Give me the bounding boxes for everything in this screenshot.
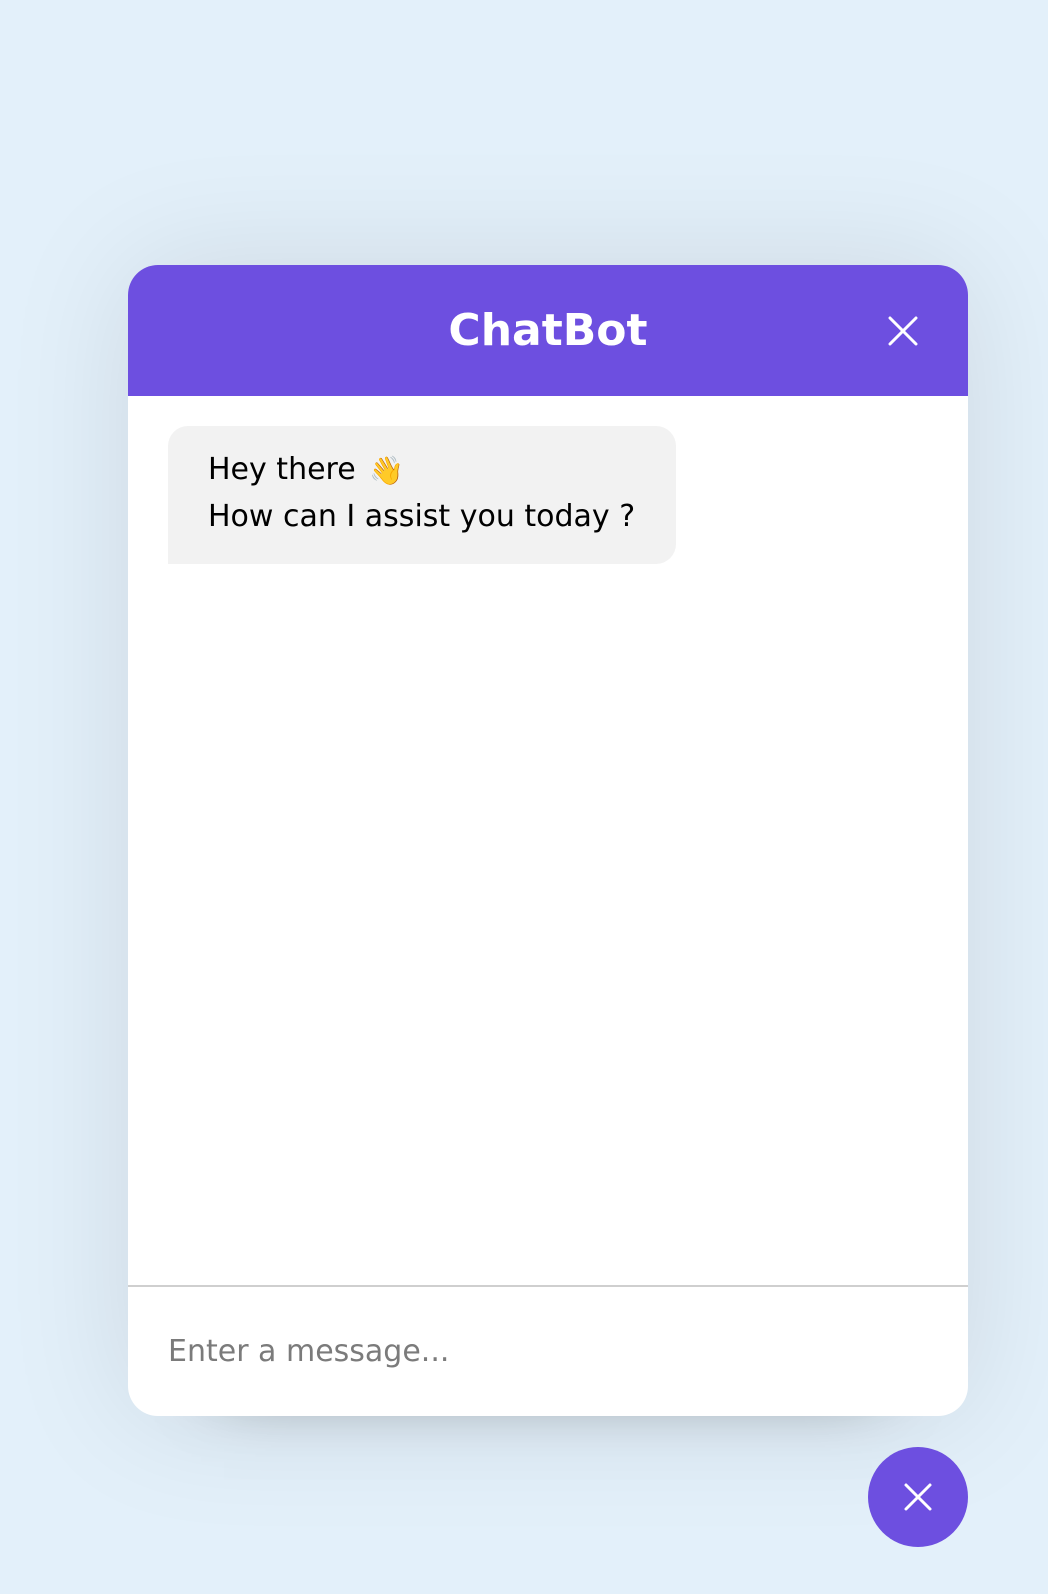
message-line-1: Hey there [208, 452, 356, 487]
message-input[interactable] [168, 1334, 928, 1369]
message-line-2: How can I assist you today ? [208, 498, 636, 534]
chat-messages: Hey there 👋 How can I assist you today ? [128, 396, 968, 1285]
chat-title: ChatBot [448, 305, 648, 356]
chatbot-window: ChatBot Hey there 👋 How can I assist you… [128, 265, 968, 1416]
chat-input-area [128, 1285, 968, 1416]
bot-message: Hey there 👋 How can I assist you today ? [168, 426, 676, 564]
waving-hand-icon: 👋 [369, 453, 405, 487]
close-icon [903, 1482, 933, 1512]
chat-header: ChatBot [128, 265, 968, 396]
close-icon[interactable] [886, 314, 920, 348]
chatbot-toggler-button[interactable] [868, 1447, 968, 1547]
